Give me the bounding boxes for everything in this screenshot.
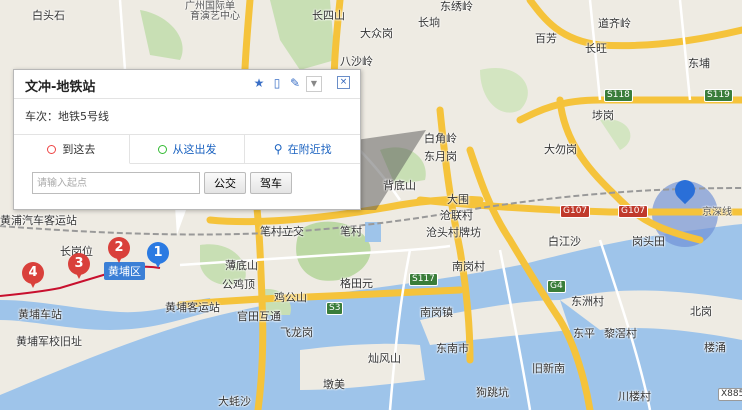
place-label: 大众岗 — [360, 27, 393, 40]
place-label: 长垧 — [418, 16, 440, 29]
place-label: 百芳 — [535, 32, 557, 45]
place-label: 八沙岭 — [340, 55, 373, 68]
road-shield: S118 — [604, 89, 633, 102]
info-window-tools: ★ ▯ ✎ ▼ — [252, 76, 322, 92]
marker-2[interactable]: 2 — [108, 237, 130, 263]
place-label: 白江沙 — [548, 235, 581, 248]
road-shield: S3 — [326, 302, 344, 315]
close-icon[interactable]: × — [337, 76, 350, 89]
place-label: 南岗镇 — [420, 306, 453, 319]
place-label: 南岗村 — [452, 260, 485, 273]
edit-icon[interactable]: ✎ — [288, 76, 302, 90]
place-label: 道齐岭 — [598, 17, 631, 30]
place-label: 灿风山 — [368, 352, 401, 365]
place-label: 飞龙岗 — [280, 326, 313, 339]
road-shield: X885 — [718, 388, 742, 401]
place-label: 黎滘村 — [604, 327, 637, 340]
place-label: 北岗 — [690, 305, 712, 318]
place-label: 鸡公山 — [274, 291, 307, 304]
place-label: 东洲村 — [571, 295, 604, 308]
place-label: 东南市 — [436, 342, 469, 355]
end-dot-icon — [157, 144, 167, 154]
place-label: 格田元 — [340, 277, 373, 290]
place-label: 旧新南 — [532, 362, 565, 375]
drive-button[interactable]: 驾车 — [250, 172, 292, 194]
place-label: 墩美 — [323, 378, 345, 391]
place-label: 沧头村牌坊 — [426, 226, 481, 239]
start-point-input[interactable] — [32, 172, 200, 194]
place-label: 黄埔军校旧址 — [16, 335, 82, 348]
place-label: 长旺 — [585, 42, 607, 55]
map-canvas[interactable]: 白头石 广州国际单 育演艺中心 长四山 大众岗 长垧 八沙岭 东绣岭 百芳 道齐… — [0, 0, 742, 410]
place-label: 岗头田 — [632, 235, 665, 248]
marker-1[interactable]: 1 — [147, 242, 169, 268]
place-label: 长四山 — [312, 9, 345, 22]
road-shield: G107 — [560, 205, 591, 218]
route-form: 公交 驾车 — [14, 164, 360, 194]
place-label: 薄底山 — [225, 259, 258, 272]
place-label: 狗跳坑 — [476, 386, 509, 399]
place-label: 东月岗 — [424, 150, 457, 163]
transit-line-info: 车次：地铁5号线 — [14, 99, 360, 135]
place-label: 京深线 — [702, 207, 732, 218]
info-window: 文冲-地铁站 ★ ▯ ✎ ▼ × 车次：地铁5号线 到这去 从这出发 ⚲ 在附近找… — [13, 69, 361, 210]
search-icon: ⚲ — [273, 142, 283, 156]
place-label: 官田互通 — [237, 310, 281, 323]
road-shield: S117 — [409, 273, 438, 286]
dropdown-icon[interactable]: ▼ — [306, 76, 322, 92]
phone-icon[interactable]: ▯ — [270, 76, 284, 90]
info-window-header: 文冲-地铁站 ★ ▯ ✎ ▼ × — [14, 70, 360, 99]
district-label: 黄埔区 — [104, 262, 145, 280]
tab-from-here[interactable]: 从这出发 — [129, 135, 246, 163]
place-label: 白角岭 — [424, 132, 457, 145]
place-label: 东埔 — [688, 57, 710, 70]
place-label: 育演艺中心 — [190, 11, 240, 22]
place-label: 黄埔客运站 — [165, 301, 220, 314]
place-label: 大蚝沙 — [218, 395, 251, 408]
place-label: 背底山 — [383, 179, 416, 192]
tab-from-here-label: 从这出发 — [172, 143, 217, 156]
tab-nearby-label: 在附近找 — [287, 143, 332, 156]
road-shield: G4 — [547, 280, 566, 293]
place-label: 笔村立交 — [260, 225, 304, 238]
tab-to-here[interactable]: 到这去 — [14, 135, 130, 164]
place-label: 楼涌 — [704, 341, 726, 354]
bus-button[interactable]: 公交 — [204, 172, 246, 194]
road-shield: S119 — [704, 89, 733, 102]
tab-to-here-label: 到这去 — [62, 143, 96, 156]
marker-4[interactable]: 4 — [22, 262, 44, 288]
favorite-star-icon[interactable]: ★ — [252, 76, 266, 90]
start-dot-icon — [47, 144, 57, 154]
place-label: 笔村 — [340, 225, 362, 238]
place-label: 埗岗 — [592, 109, 614, 122]
place-label: 川楼村 — [618, 390, 651, 403]
road-shield: G107 — [618, 205, 649, 218]
place-label: 白头石 — [32, 9, 65, 22]
marker-3[interactable]: 3 — [68, 253, 90, 279]
place-label: 黄浦汽车客运站 — [0, 214, 77, 227]
info-window-title: 文冲-地铁站 — [25, 80, 96, 95]
place-label: 公鸡顶 — [222, 278, 255, 291]
route-tabs: 到这去 从这出发 ⚲ 在附近找 — [14, 135, 361, 164]
place-label: 大勿岗 — [544, 143, 577, 156]
place-label: 沧联村 — [440, 209, 473, 222]
place-label: 东平 — [573, 327, 595, 340]
place-label: 大围 — [447, 193, 469, 206]
place-label: 黄埔车站 — [18, 308, 62, 321]
tab-nearby[interactable]: ⚲ 在附近找 — [245, 135, 361, 163]
place-label: 东绣岭 — [440, 0, 473, 13]
